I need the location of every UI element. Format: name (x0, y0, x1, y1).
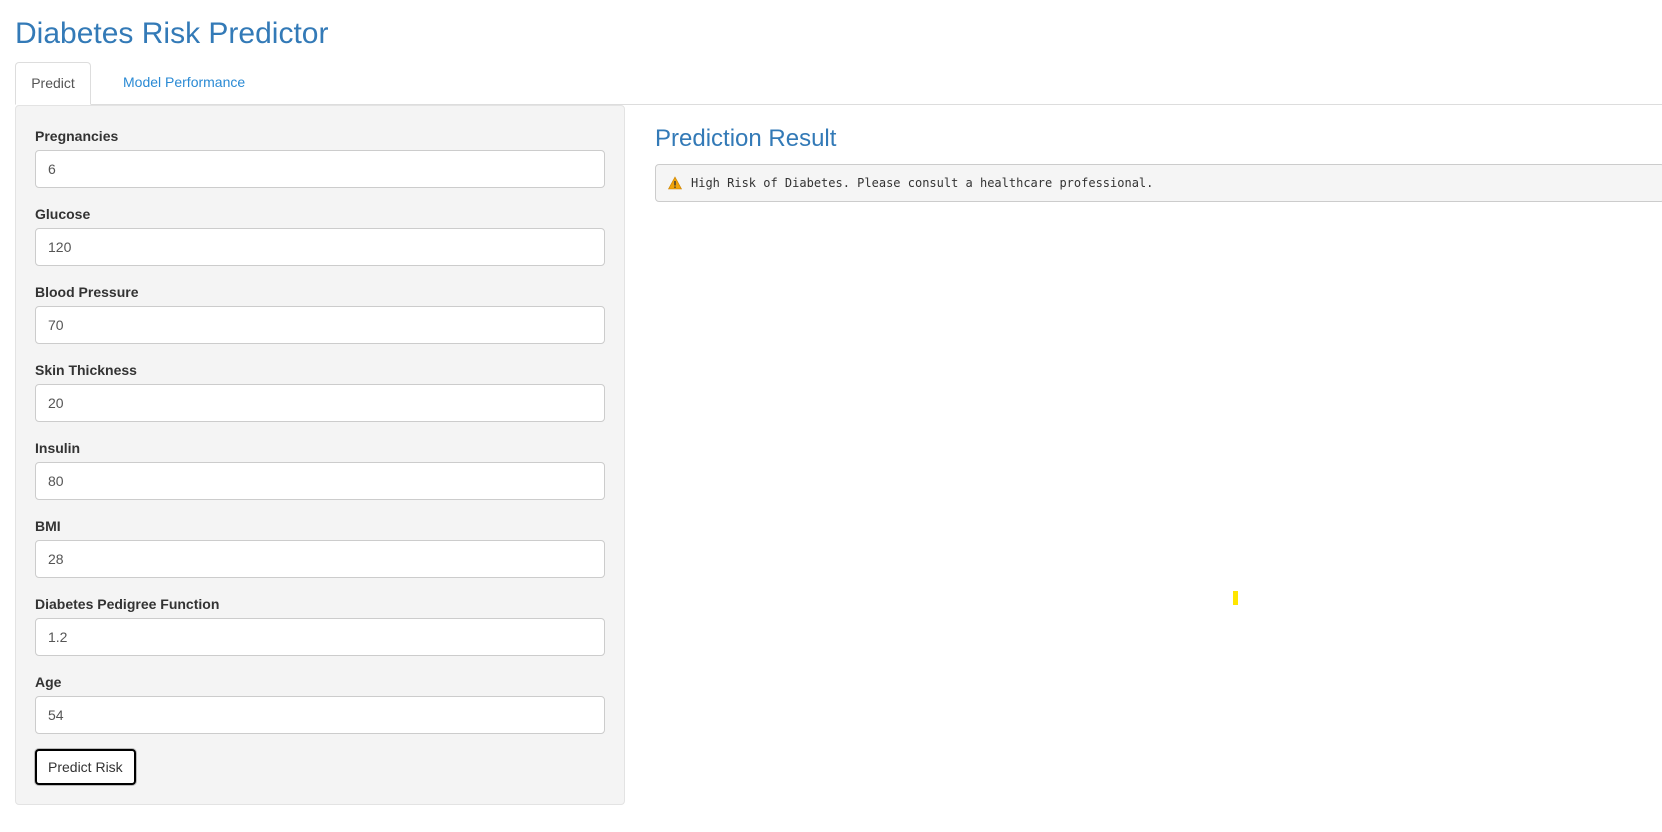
age-label: Age (35, 674, 62, 690)
skin-thickness-label: Skin Thickness (35, 362, 137, 378)
glucose-label: Glucose (35, 206, 91, 222)
app-title: Diabetes Risk Predictor (15, 17, 329, 50)
prediction-result-title: Prediction Result (655, 125, 837, 152)
glucose-input[interactable] (35, 228, 605, 266)
blood-pressure-input[interactable] (35, 306, 605, 344)
tab-model-performance[interactable]: Model Performance (105, 62, 263, 103)
prediction-result-box: High Risk of Diabetes. Please consult a … (655, 164, 1662, 202)
age-input[interactable] (35, 696, 605, 734)
diabetes-pedigree-function-input[interactable] (35, 618, 605, 656)
skin-thickness-input[interactable] (35, 384, 605, 422)
bmi-input[interactable] (35, 540, 605, 578)
pregnancies-label: Pregnancies (35, 128, 119, 144)
diabetes-pedigree-function-label: Diabetes Pedigree Function (35, 596, 220, 612)
input-panel: Pregnancies Glucose Blood Pressure Skin … (15, 105, 625, 805)
blood-pressure-label: Blood Pressure (35, 284, 139, 300)
app-page: Diabetes Risk Predictor Predict Model Pe… (0, 0, 1662, 832)
prediction-result-message: High Risk of Diabetes. Please consult a … (691, 176, 1154, 190)
cursor-marker (1233, 591, 1238, 605)
tab-bar: Predict Model Performance (15, 62, 1662, 105)
warning-icon (667, 176, 683, 190)
tab-predict[interactable]: Predict (15, 62, 91, 105)
insulin-label: Insulin (35, 440, 81, 456)
bmi-label: BMI (35, 518, 61, 534)
insulin-input[interactable] (35, 462, 605, 500)
pregnancies-input[interactable] (35, 150, 605, 188)
predict-risk-button[interactable]: Predict Risk (35, 749, 136, 785)
